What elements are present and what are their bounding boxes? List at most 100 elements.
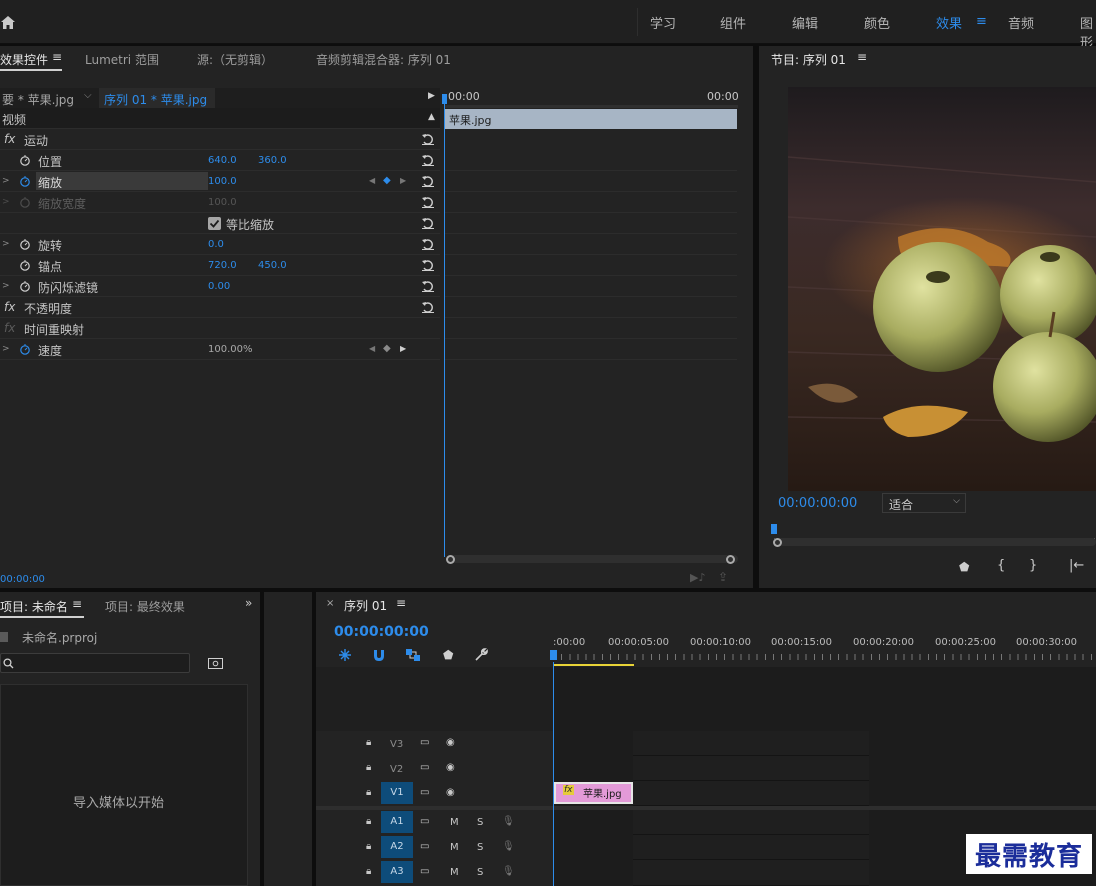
- more-panels-icon[interactable]: »: [245, 596, 252, 610]
- mark-out-icon[interactable]: }: [1029, 558, 1037, 573]
- position-y-value[interactable]: 360.0: [258, 155, 287, 166]
- find-bin-icon[interactable]: [208, 656, 223, 669]
- effect-row-uniform-scale[interactable]: 等比缩放: [0, 213, 440, 234]
- nav-editing[interactable]: 编辑: [792, 13, 818, 32]
- lock-icon[interactable]: 🔒︎: [366, 762, 371, 773]
- go-to-in-icon[interactable]: |←: [1069, 558, 1084, 573]
- timeline-playhead[interactable]: [553, 662, 554, 886]
- prev-keyframe-icon[interactable]: ◀: [369, 176, 375, 185]
- timeline-clip[interactable]: fx 苹果.jpg: [554, 782, 633, 804]
- effect-row-speed[interactable]: > 速度 100.00% ◀ ◆ ▶: [0, 339, 440, 360]
- tab-project-untitled[interactable]: 项目: 未命名: [0, 598, 68, 615]
- lock-icon[interactable]: 🔒︎: [366, 866, 371, 877]
- next-keyframe-icon[interactable]: ▶: [400, 344, 406, 353]
- linked-selection-icon[interactable]: [405, 648, 421, 662]
- program-playhead[interactable]: [771, 524, 777, 534]
- microphone-icon[interactable]: 🎙︎: [502, 816, 515, 827]
- next-keyframe-icon[interactable]: ▶: [400, 176, 406, 185]
- anchor-y-value[interactable]: 450.0: [258, 260, 287, 271]
- sync-lock-icon[interactable]: ▭: [420, 787, 429, 798]
- track-target-a1[interactable]: A1: [381, 811, 413, 833]
- effect-row-scale[interactable]: > 缩放 100.0 ◀ ◆ ▶: [0, 171, 440, 192]
- twirl-icon[interactable]: >: [2, 239, 10, 249]
- panel-menu-icon[interactable]: ≡: [52, 50, 62, 64]
- mute-button[interactable]: M: [450, 842, 459, 853]
- chevron-down-icon[interactable]: ⌵: [84, 90, 92, 101]
- lock-icon[interactable]: 🔒︎: [366, 737, 371, 748]
- rotation-value[interactable]: 0.0: [208, 239, 224, 250]
- reset-icon[interactable]: [421, 153, 435, 167]
- track-a3[interactable]: [633, 860, 869, 886]
- add-keyframe-icon[interactable]: ◆: [383, 175, 391, 186]
- reset-icon[interactable]: [421, 132, 435, 146]
- project-media-area[interactable]: 导入媒体以开始: [0, 684, 248, 886]
- microphone-icon[interactable]: 🎙︎: [502, 841, 515, 852]
- track-target-a2[interactable]: A2: [381, 836, 413, 858]
- nav-assembly[interactable]: 组件: [720, 13, 746, 32]
- position-x-value[interactable]: 640.0: [208, 155, 237, 166]
- twirl-icon[interactable]: >: [2, 281, 10, 291]
- tab-effect-controls[interactable]: 效果控件: [0, 51, 48, 68]
- nest-icon[interactable]: [338, 648, 352, 662]
- program-video-frame[interactable]: [788, 87, 1096, 491]
- track-v3[interactable]: [633, 731, 869, 756]
- effect-row-rotation[interactable]: > 旋转 0.0: [0, 234, 440, 255]
- track-v2[interactable]: [633, 756, 869, 781]
- marker-icon[interactable]: ⬟: [959, 560, 969, 574]
- track-target-v1[interactable]: V1: [381, 782, 413, 804]
- track-target-a3[interactable]: A3: [381, 861, 413, 883]
- track-a1[interactable]: [633, 810, 869, 835]
- master-clip-label[interactable]: 要 * 苹果.jpg: [2, 91, 74, 108]
- nav-effects[interactable]: 效果: [936, 13, 962, 32]
- effect-row-anchor[interactable]: 锚点 720.0 450.0: [0, 255, 440, 276]
- mini-timeline-scrollbar[interactable]: [446, 555, 738, 563]
- reset-icon[interactable]: [421, 195, 435, 209]
- lock-icon[interactable]: 🔒︎: [366, 816, 371, 827]
- speed-value[interactable]: 100.00%: [208, 344, 253, 355]
- uniform-scale-checkbox[interactable]: [208, 217, 221, 230]
- twirl-icon[interactable]: >: [2, 344, 10, 354]
- twirl-icon[interactable]: >: [2, 176, 10, 186]
- sync-lock-icon[interactable]: ▭: [420, 737, 429, 748]
- effect-row-motion[interactable]: fx 运动: [0, 129, 440, 150]
- tab-project-final[interactable]: 项目: 最终效果: [105, 598, 185, 615]
- stopwatch-icon[interactable]: [19, 280, 31, 292]
- track-label-v2[interactable]: V2: [390, 764, 403, 775]
- mute-button[interactable]: M: [450, 867, 459, 878]
- sync-lock-icon[interactable]: ▭: [420, 762, 429, 773]
- stopwatch-active-icon[interactable]: [19, 343, 31, 355]
- solo-button[interactable]: S: [477, 817, 483, 828]
- play-audio-icon[interactable]: ▶♪: [690, 571, 705, 584]
- reset-icon[interactable]: [421, 300, 435, 314]
- fx-icon[interactable]: fx: [4, 300, 15, 314]
- stopwatch-icon[interactable]: [19, 259, 31, 271]
- eye-icon[interactable]: ◉: [446, 762, 455, 773]
- lock-icon[interactable]: 🔒︎: [366, 841, 371, 852]
- program-timecode[interactable]: 00:00:00:00: [778, 496, 857, 511]
- home-icon[interactable]: [0, 14, 16, 30]
- nav-color[interactable]: 颜色: [864, 13, 890, 32]
- program-zoom-scrollbar[interactable]: [774, 538, 1096, 546]
- fit-dropdown[interactable]: 适合 ⌵: [882, 493, 966, 513]
- sync-lock-icon[interactable]: ▭: [420, 866, 429, 877]
- fx-icon[interactable]: fx: [4, 132, 15, 146]
- prev-keyframe-icon[interactable]: ◀: [369, 344, 375, 353]
- eye-icon[interactable]: ◉: [446, 737, 455, 748]
- tab-sequence[interactable]: 序列 01: [344, 597, 387, 614]
- chevron-down-icon[interactable]: ⌵: [953, 496, 960, 506]
- eye-icon[interactable]: ◉: [446, 787, 455, 798]
- effect-row-position[interactable]: 位置 640.0 360.0: [0, 150, 440, 171]
- solo-button[interactable]: S: [477, 842, 483, 853]
- wrench-icon[interactable]: [474, 648, 488, 662]
- add-keyframe-icon[interactable]: ◆: [383, 343, 391, 354]
- anchor-x-value[interactable]: 720.0: [208, 260, 237, 271]
- project-search-input[interactable]: [0, 653, 190, 673]
- effects-timecode[interactable]: 00:00:00: [0, 574, 45, 585]
- track-label-v3[interactable]: V3: [390, 739, 403, 750]
- panel-menu-icon[interactable]: ≡: [396, 596, 406, 610]
- reset-icon[interactable]: [421, 258, 435, 272]
- nav-learn[interactable]: 学习: [650, 13, 676, 32]
- effect-row-time-remap[interactable]: fx 时间重映射: [0, 318, 440, 339]
- microphone-icon[interactable]: 🎙︎: [502, 866, 515, 877]
- sequence-clip-label[interactable]: 序列 01 * 苹果.jpg: [104, 91, 207, 108]
